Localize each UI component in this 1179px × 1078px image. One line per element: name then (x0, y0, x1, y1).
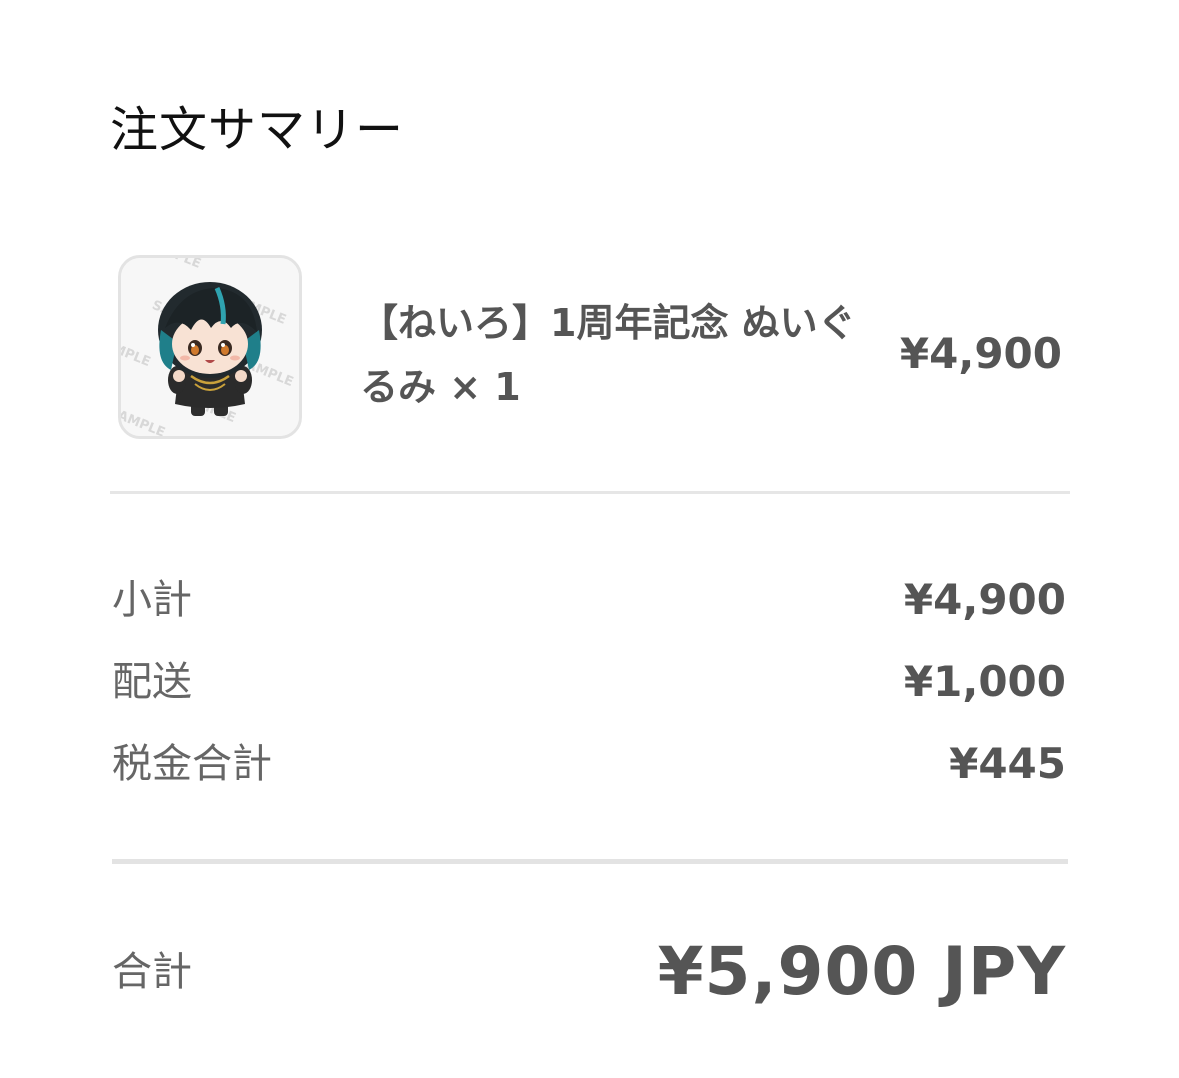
divider (112, 859, 1068, 864)
product-thumbnail: SAMPLE SAMPLE SAMPLE SAMPLE SAMPLE SAMPL… (118, 255, 302, 439)
plush-image: SAMPLE SAMPLE SAMPLE SAMPLE SAMPLE SAMPL… (121, 258, 299, 436)
divider (110, 491, 1070, 494)
total-row: 合計 ¥5,900 JPY (112, 932, 1066, 1012)
total-label: 合計 (112, 949, 192, 995)
tax-value: ¥445 (949, 739, 1066, 788)
subtotal-label: 小計 (112, 577, 192, 623)
page-title: 注文サマリー (110, 102, 405, 158)
subtotal-value: ¥4,900 (903, 575, 1066, 624)
tax-label: 税金合計 (112, 741, 272, 787)
shipping-row: 配送 ¥1,000 (112, 655, 1066, 709)
total-value: ¥5,900 JPY (657, 933, 1066, 1010)
product-price: ¥4,900 (899, 329, 1062, 378)
shipping-label: 配送 (112, 659, 192, 705)
tax-row: 税金合計 ¥445 (112, 737, 1066, 791)
product-name: 【ねいろ】1周年記念 ぬいぐるみ × 1 (360, 301, 856, 409)
shipping-value: ¥1,000 (903, 657, 1066, 706)
subtotal-row: 小計 ¥4,900 (112, 573, 1066, 627)
line-item: SAMPLE SAMPLE SAMPLE SAMPLE SAMPLE SAMPL… (118, 255, 1068, 443)
order-summary-page: 注文サマリー SAMPLE SAMPLE SAMPLE SAMPLE SAMPL… (0, 0, 1179, 1078)
